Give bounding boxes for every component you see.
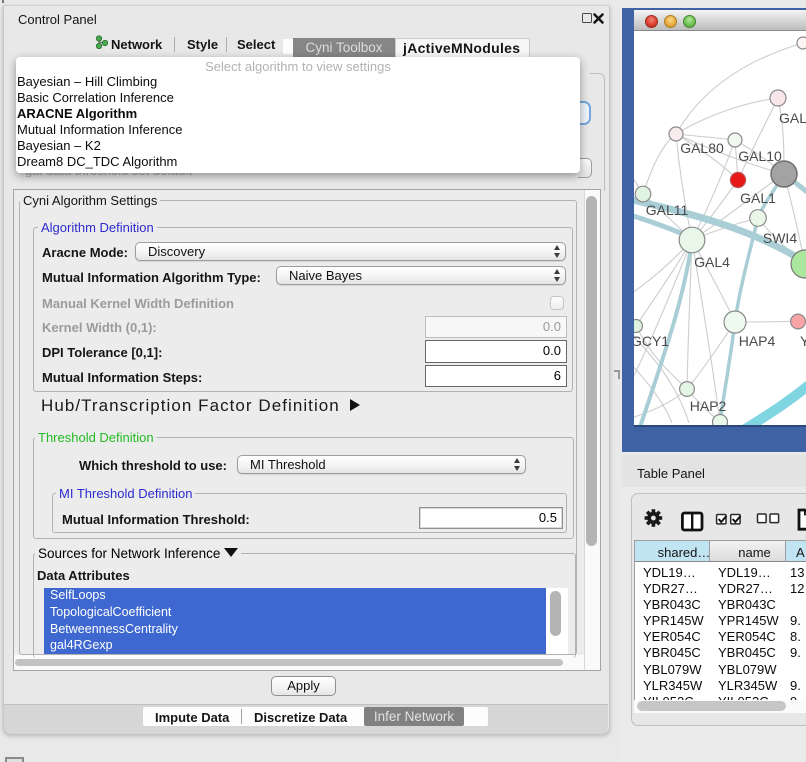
svg-text:HAP2: HAP2 xyxy=(690,398,727,414)
svg-text:GAL4: GAL4 xyxy=(694,254,730,270)
svg-text:GAL1: GAL1 xyxy=(740,190,776,206)
svg-text:SWI4: SWI4 xyxy=(763,230,797,246)
svg-text:GAL80: GAL80 xyxy=(680,140,724,156)
svg-text:GAL11: GAL11 xyxy=(646,202,689,218)
svg-text:HAP4: HAP4 xyxy=(739,333,776,349)
svg-text:GAL2: GAL2 xyxy=(779,110,806,126)
svg-text:YJ: YJ xyxy=(800,333,806,349)
svg-text:GAL10: GAL10 xyxy=(738,148,782,164)
svg-text:GCY1: GCY1 xyxy=(634,333,669,349)
